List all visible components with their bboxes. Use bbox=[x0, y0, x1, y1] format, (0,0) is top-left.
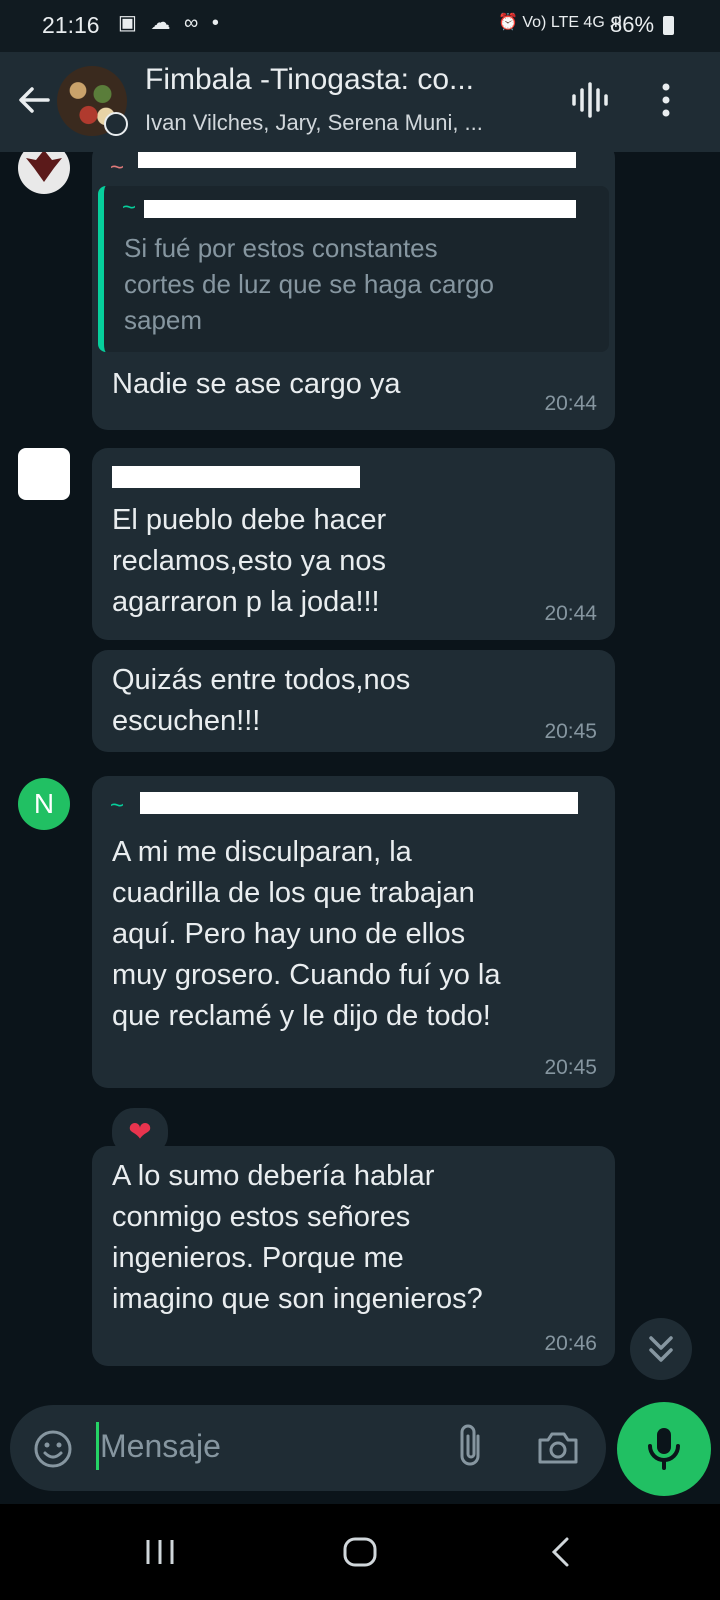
text-cursor bbox=[96, 1422, 99, 1470]
sender-avatar[interactable] bbox=[18, 152, 70, 194]
message-time: 20:44 bbox=[544, 392, 597, 415]
microphone-icon bbox=[648, 1428, 680, 1470]
back-arrow-icon[interactable] bbox=[14, 80, 54, 120]
message-time: 20:46 bbox=[544, 1332, 597, 1355]
voice-chat-icon[interactable] bbox=[570, 82, 614, 118]
message-bubble[interactable]: ~ A mi me disculparan, la cuadrilla de l… bbox=[92, 776, 615, 1088]
signal-icons: ⏰ Vo) LTE 4G .ıl bbox=[498, 14, 622, 31]
message-bubble[interactable]: A lo sumo debería hablar conmigo estos s… bbox=[92, 1146, 615, 1366]
message-text: Quizás entre todos,nos escuchen!!! bbox=[112, 664, 411, 737]
sender-tilde: ~ bbox=[110, 792, 125, 819]
message-bubble[interactable]: El pueblo debe hacer reclamos,esto ya no… bbox=[92, 448, 615, 640]
message-time: 20:45 bbox=[544, 1056, 597, 1079]
scroll-to-bottom-button[interactable] bbox=[630, 1318, 692, 1380]
message-text: A mi me disculparan, la cuadrilla de los… bbox=[112, 836, 501, 1032]
message-bubble[interactable]: Quizás entre todos,nos escuchen!!! 20:45 bbox=[92, 650, 615, 752]
quote-text: Si fué por estos constantes cortes de lu… bbox=[124, 233, 495, 335]
battery-icon bbox=[663, 16, 674, 35]
home-icon[interactable] bbox=[342, 1536, 378, 1568]
message-bubble[interactable]: ~ ~ Si fué por estos constantes cortes d… bbox=[92, 152, 615, 430]
emblem-icon bbox=[26, 152, 62, 182]
redacted-quote-sender bbox=[144, 200, 576, 218]
sender-avatar[interactable] bbox=[18, 448, 70, 500]
recent-apps-icon[interactable] bbox=[144, 1536, 176, 1568]
disappearing-timer-icon bbox=[104, 112, 128, 136]
redacted-sender-name bbox=[140, 792, 578, 814]
message-time: 20:45 bbox=[544, 720, 597, 743]
message-text: Nadie se ase cargo ya bbox=[112, 368, 401, 400]
sender-avatar-initial[interactable]: N bbox=[18, 778, 70, 830]
redacted-sender-name bbox=[138, 152, 576, 168]
chevrons-down-icon bbox=[649, 1336, 673, 1362]
chat-area[interactable]: ~ ~ Si fué por estos constantes cortes d… bbox=[0, 152, 720, 1382]
status-time: 21:16 bbox=[42, 12, 100, 38]
camera-icon[interactable] bbox=[536, 1430, 580, 1466]
message-text: El pueblo debe hacer reclamos,esto ya no… bbox=[112, 504, 387, 618]
sender-tilde: ~ bbox=[110, 154, 125, 181]
group-members[interactable]: Ivan Vilches, Jary, Serena Muni, ... bbox=[145, 110, 545, 136]
redacted-sender-name bbox=[112, 466, 360, 488]
notification-icons: ▣ ☁ ∞ • bbox=[118, 12, 223, 34]
more-options-icon[interactable] bbox=[660, 82, 672, 118]
emoji-icon[interactable] bbox=[32, 1428, 74, 1470]
voice-record-button[interactable] bbox=[617, 1402, 711, 1496]
message-text: A lo sumo debería hablar conmigo estos s… bbox=[112, 1160, 483, 1315]
quote-sender-tilde: ~ bbox=[122, 194, 137, 221]
quoted-message[interactable]: ~ Si fué por estos constantes cortes de … bbox=[98, 186, 609, 352]
battery-level: 86% bbox=[610, 12, 655, 37]
message-input[interactable]: Mensaje bbox=[100, 1428, 221, 1465]
system-back-icon[interactable] bbox=[548, 1536, 572, 1568]
group-title[interactable]: Fimbala -Tinogasta: co... bbox=[145, 63, 545, 97]
message-time: 20:44 bbox=[544, 602, 597, 625]
attach-icon[interactable] bbox=[452, 1422, 488, 1470]
